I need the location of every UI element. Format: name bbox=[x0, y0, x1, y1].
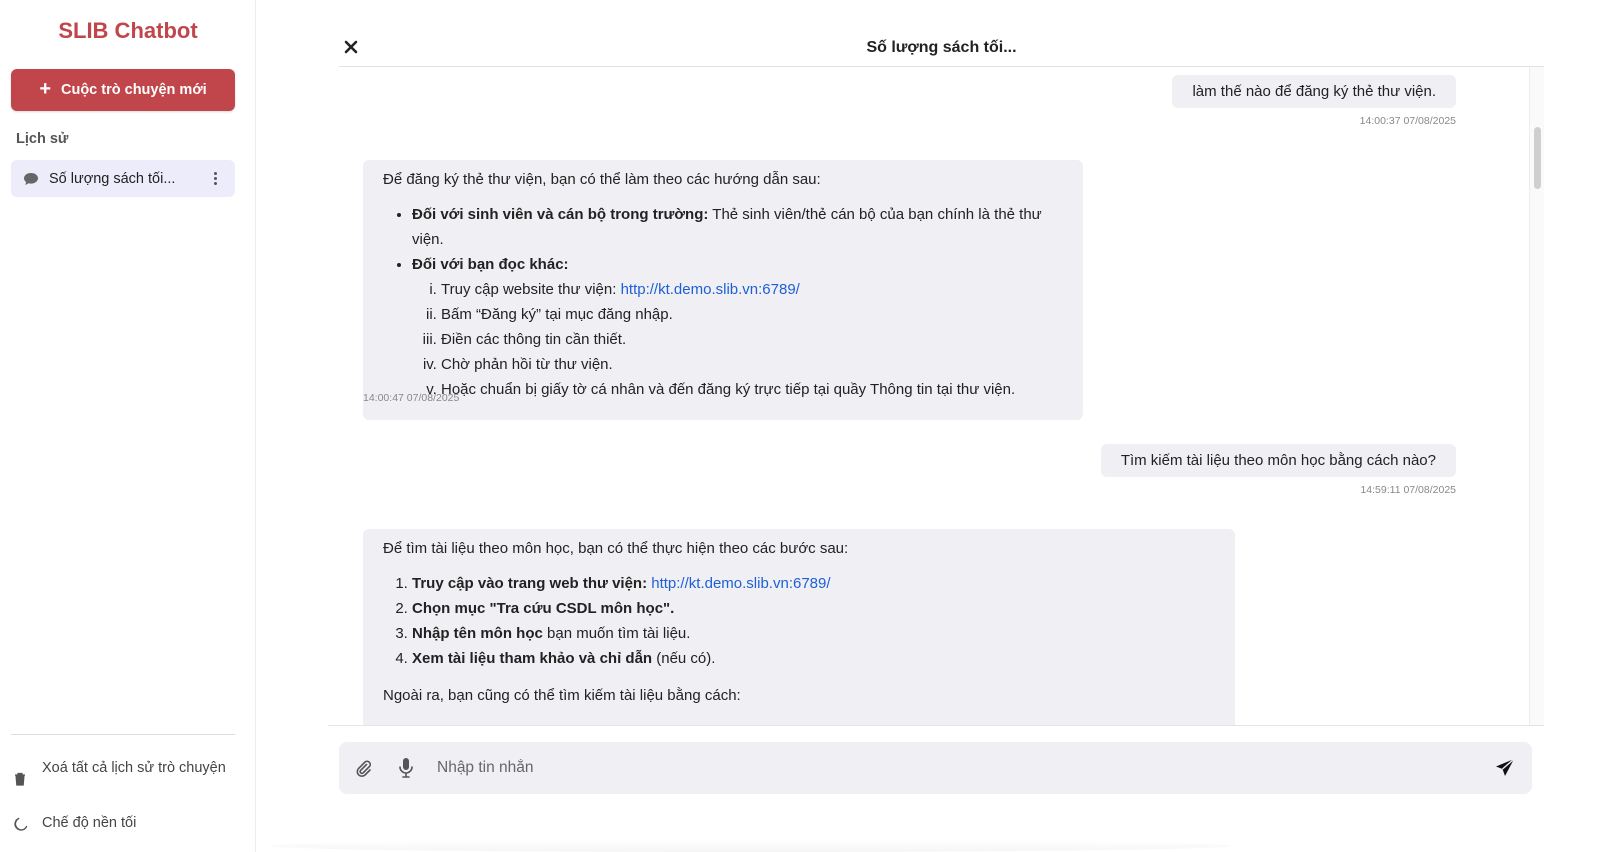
bot-message: Để tìm tài liệu theo môn học, bạn có thể… bbox=[363, 529, 1235, 725]
list-item: Đối với sinh viên và cán bộ trong trường… bbox=[412, 202, 1063, 252]
list-item-bold: Truy cập vào trang web thư viện: bbox=[412, 575, 648, 592]
app-title: SLIB Chatbot bbox=[58, 18, 198, 43]
send-icon[interactable] bbox=[1494, 757, 1516, 779]
bottom-shadow bbox=[270, 840, 1230, 852]
microphone-icon[interactable] bbox=[397, 757, 415, 779]
list-item: Truy cập website thư viện: http://kt.dem… bbox=[441, 277, 1063, 302]
user-message: làm thế nào để đăng ký thẻ thư viện. bbox=[1172, 75, 1456, 108]
history-item-label: Số lượng sách tối... bbox=[49, 170, 176, 187]
list-item-text: bạn muốn tìm tài liệu. bbox=[542, 625, 691, 642]
list-item: Hoặc chuẩn bị giấy tờ cá nhân và đến đăn… bbox=[441, 377, 1063, 402]
list-item-bold: Nhập tên môn học bbox=[412, 625, 543, 642]
step-list: Truy cập website thư viện: http://kt.dem… bbox=[441, 277, 1063, 402]
list-item: Điền các thông tin cần thiết. bbox=[441, 327, 1063, 352]
clear-history-label: Xoá tất cả lịch sử trò chuyện bbox=[42, 760, 226, 776]
message-scrollbar[interactable] bbox=[1529, 67, 1544, 725]
new-chat-label: Cuộc trò chuyện mới bbox=[61, 82, 207, 98]
message-list: làm thế nào để đăng ký thẻ thư viện. 14:… bbox=[339, 67, 1529, 725]
message-timestamp: 14:00:47 07/08/2025 bbox=[363, 392, 460, 404]
new-chat-button[interactable]: + Cuộc trò chuyện mới bbox=[11, 69, 235, 111]
list-item: Xem tài liệu tham khảo và chỉ dẫn (nếu c… bbox=[412, 646, 1215, 671]
composer bbox=[339, 742, 1532, 794]
bot-message-outro: Ngoài ra, bạn cũng có thể tìm kiếm tài l… bbox=[383, 687, 741, 704]
history-heading: Lịch sử bbox=[16, 131, 69, 147]
list-item-bold: Chọn mục "Tra cứu CSDL môn học". bbox=[412, 600, 675, 617]
chat-title: Số lượng sách tối... bbox=[866, 39, 1017, 56]
more-vertical-icon[interactable] bbox=[207, 169, 223, 189]
dark-mode-toggle[interactable]: Chế độ nền tối bbox=[14, 815, 234, 833]
trash-icon bbox=[14, 772, 28, 788]
moon-icon bbox=[14, 817, 28, 833]
message-timestamp: 14:59:11 07/08/2025 bbox=[1360, 484, 1456, 496]
list-item-bold: Xem tài liệu tham khảo và chỉ dẫn bbox=[412, 650, 653, 667]
scrollbar-thumb[interactable] bbox=[1534, 127, 1541, 189]
composer-divider bbox=[328, 725, 1544, 726]
list-item: Chờ phản hồi từ thư viện. bbox=[441, 352, 1063, 377]
list-item: Chọn mục "Tra cứu CSDL môn học". bbox=[412, 596, 1215, 621]
step-list: Truy cập vào trang web thư viện: http://… bbox=[412, 571, 1215, 671]
list-item: Bấm “Đăng ký” tại mục đăng nhập. bbox=[441, 302, 1063, 327]
list-item: Đối với bạn đọc khác: Truy cập website t… bbox=[412, 252, 1063, 402]
list-item-bold: Đối với sinh viên và cán bộ trong trường… bbox=[412, 206, 709, 223]
plus-icon: + bbox=[39, 78, 51, 100]
message-input[interactable] bbox=[437, 750, 1477, 786]
chat-header: Số lượng sách tối... bbox=[339, 34, 1544, 67]
chat-bubble-icon bbox=[23, 172, 39, 186]
list-item-text: Truy cập website thư viện: bbox=[441, 281, 621, 298]
sidebar: SLIB Chatbot + Cuộc trò chuyện mới Lịch … bbox=[0, 0, 256, 852]
history-item[interactable]: Số lượng sách tối... bbox=[11, 160, 235, 197]
library-link[interactable]: http://kt.demo.slib.vn:6789/ bbox=[621, 281, 800, 298]
bot-message-intro: Để tìm tài liệu theo môn học, bạn có thể… bbox=[383, 540, 849, 557]
dark-mode-label: Chế độ nền tối bbox=[42, 815, 137, 831]
user-message: Tìm kiếm tài liệu theo môn học bằng cách… bbox=[1100, 444, 1456, 477]
clear-history-button[interactable]: Xoá tất cả lịch sử trò chuyện bbox=[14, 760, 234, 788]
paperclip-icon[interactable] bbox=[353, 758, 373, 778]
message-timestamp: 14:00:37 07/08/2025 bbox=[1359, 115, 1456, 127]
bot-message-intro: Để đăng ký thẻ thư viện, bạn có thể làm … bbox=[383, 171, 821, 188]
list-item-text: (nếu có). bbox=[652, 650, 716, 667]
list-item: Nhập tên môn học bạn muốn tìm tài liệu. bbox=[412, 621, 1215, 646]
list-item-bold: Đối với bạn đọc khác: bbox=[412, 256, 569, 273]
library-link[interactable]: http://kt.demo.slib.vn:6789/ bbox=[651, 575, 830, 592]
sidebar-divider bbox=[11, 734, 235, 735]
list-item: Truy cập vào trang web thư viện: http://… bbox=[412, 571, 1215, 596]
bot-message: Để đăng ký thẻ thư viện, bạn có thể làm … bbox=[363, 160, 1083, 420]
bullet-list: Đối với sinh viên và cán bộ trong trường… bbox=[412, 202, 1063, 402]
